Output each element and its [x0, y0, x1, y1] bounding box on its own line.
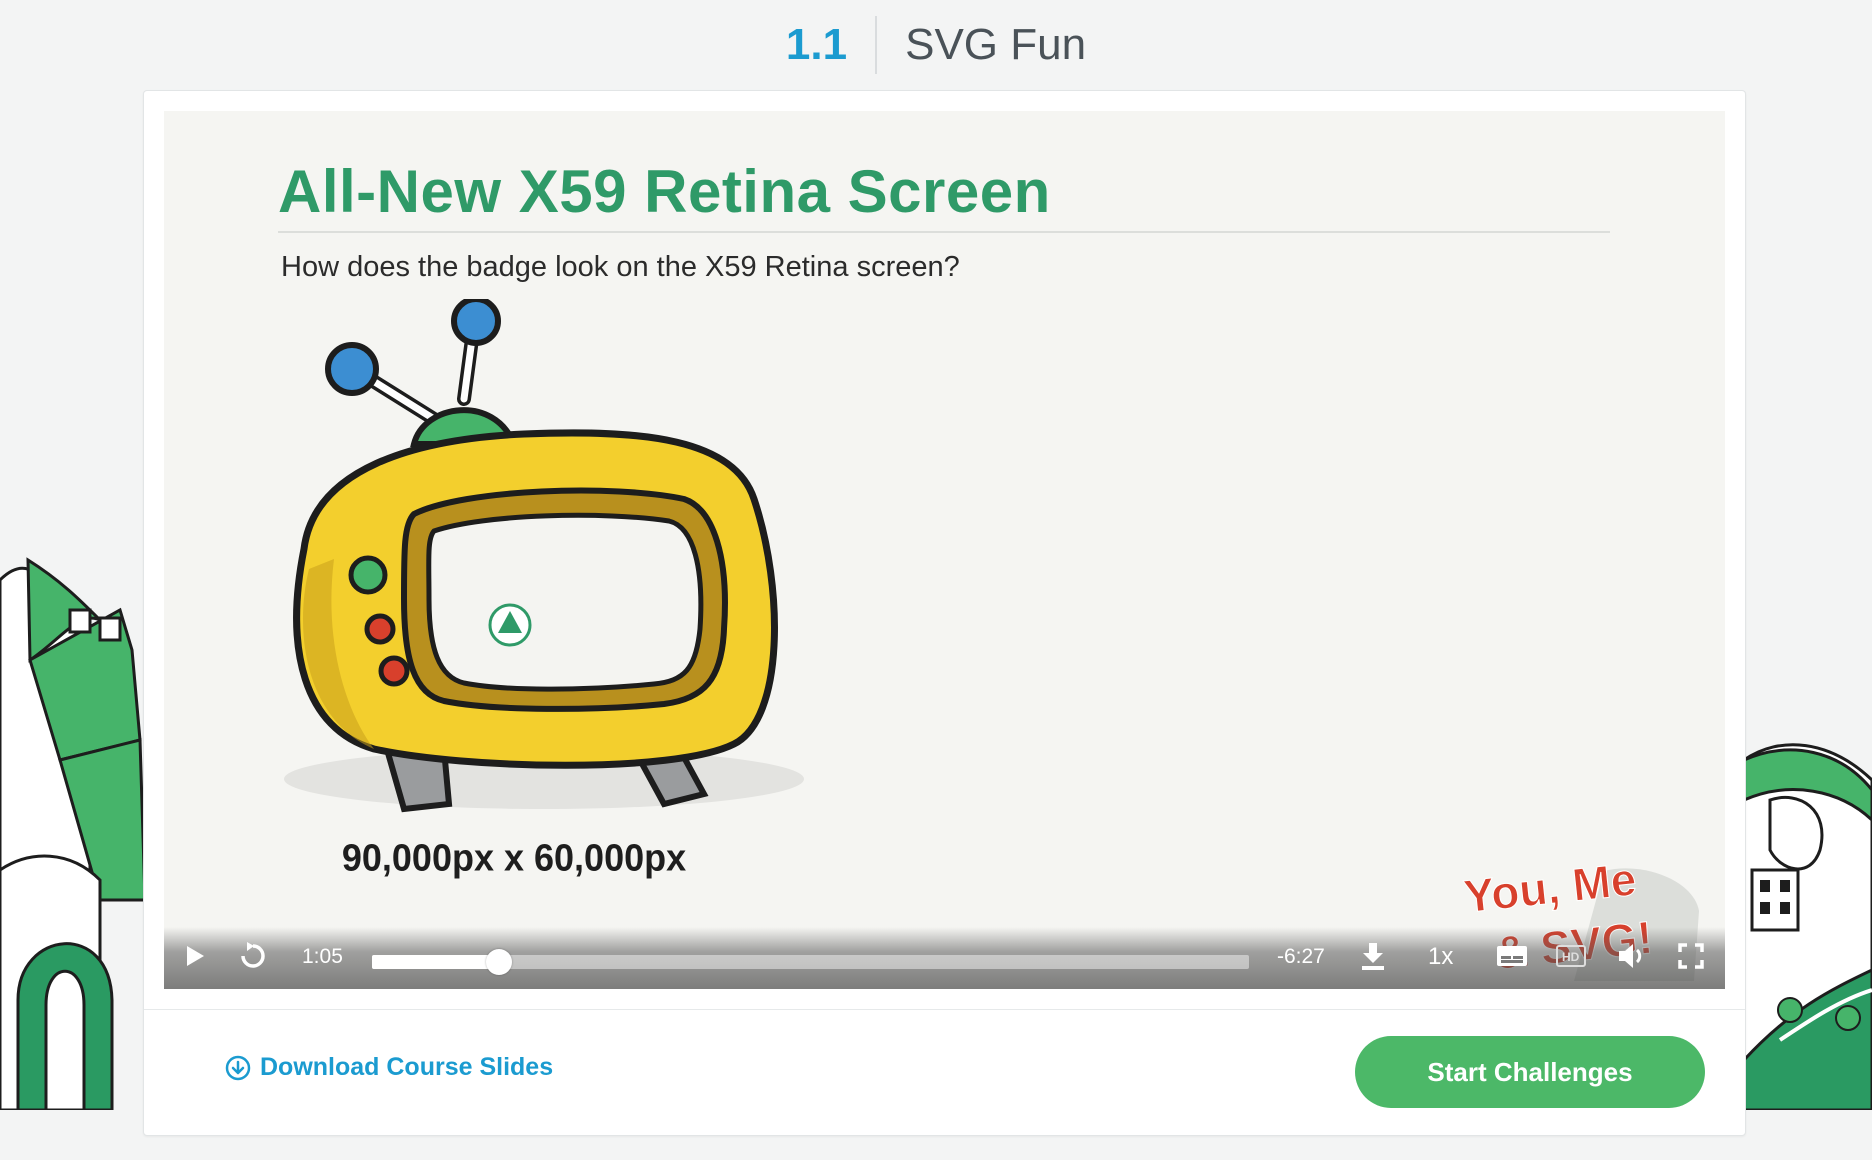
- card-footer-divider: [144, 1009, 1745, 1010]
- progress-fill: [372, 955, 500, 969]
- tv-illustration: [284, 299, 804, 813]
- player-controls: 1:05 -6:27 1x HD: [164, 927, 1725, 989]
- lesson-title: SVG Fun: [905, 20, 1087, 69]
- slide-subtitle: How does the badge look on the X59 Retin…: [281, 251, 960, 283]
- elapsed-time: 1:05: [302, 945, 343, 968]
- progress-handle[interactable]: [486, 949, 513, 975]
- fullscreen-icon[interactable]: [1678, 943, 1704, 975]
- video-player[interactable]: All-New X59 Retina Screen How does the b…: [164, 111, 1725, 989]
- slide-title: All-New X59 Retina Screen: [278, 158, 1051, 225]
- replay-icon[interactable]: [238, 941, 268, 977]
- lesson-header: 1.1 SVG Fun: [0, 0, 1872, 90]
- header-divider: [875, 16, 878, 74]
- lesson-number: 1.1: [785, 20, 848, 69]
- progress-bar[interactable]: [372, 949, 1249, 975]
- start-challenges-button[interactable]: Start Challenges: [1355, 1036, 1705, 1108]
- play-icon[interactable]: [182, 943, 208, 975]
- captions-icon[interactable]: [1496, 943, 1528, 975]
- lesson-card: All-New X59 Retina Screen How does the b…: [143, 90, 1746, 1136]
- slide-divider: [278, 231, 1610, 233]
- speed-control[interactable]: 1x: [1428, 943, 1453, 971]
- hd-icon[interactable]: HD: [1556, 943, 1586, 975]
- download-circle-icon: [225, 1055, 251, 1080]
- dimensions-label: 90,000px x 60,000px: [341, 835, 687, 879]
- volume-icon[interactable]: [1616, 941, 1646, 977]
- download-link-label: Download Course Slides: [260, 1053, 554, 1081]
- download-icon[interactable]: [1360, 941, 1386, 977]
- castle-illustration-left: [0, 557, 147, 1110]
- download-course-slides-link[interactable]: Download Course Slides: [224, 1053, 553, 1082]
- svg-text:HD: HD: [1562, 950, 1580, 964]
- remaining-time: -6:27: [1277, 945, 1325, 968]
